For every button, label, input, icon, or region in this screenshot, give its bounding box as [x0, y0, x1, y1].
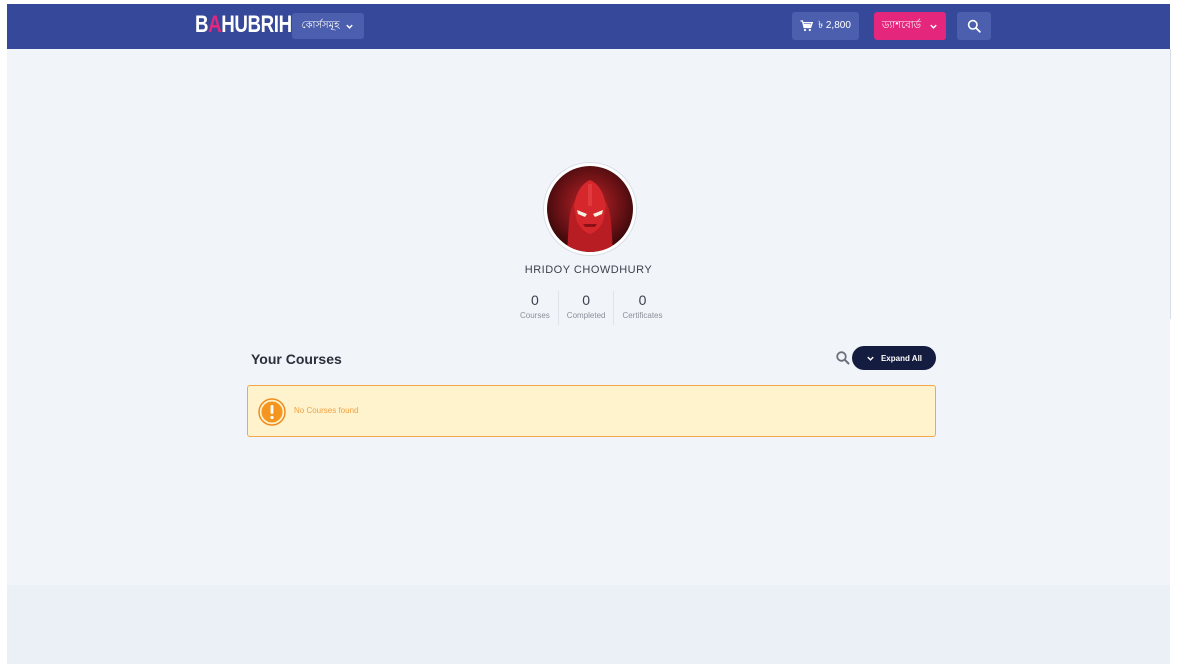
courses-menu-label: কোর্সসমূহ	[301, 19, 340, 31]
chevron-down-icon	[346, 24, 354, 29]
stat-certificates: 0 Certificates	[613, 291, 670, 325]
divider	[1170, 49, 1171, 319]
cart-button[interactable]: ৳ 2,800	[792, 12, 859, 40]
no-courses-alert: No Courses found	[247, 385, 936, 437]
search-icon	[967, 19, 981, 33]
expand-all-label: Expand All	[880, 353, 923, 363]
user-name: HRIDOY CHOWDHURY	[524, 264, 653, 276]
stat-label: Completed	[566, 311, 606, 320]
empty-message: No Courses found	[294, 406, 359, 415]
search-icon[interactable]	[835, 350, 851, 366]
logo-text-b: B	[195, 11, 209, 38]
chevron-down-icon	[930, 24, 937, 29]
courses-menu-button[interactable]: কোর্সসমূহ	[292, 13, 364, 39]
cart-amount: ৳ 2,800	[818, 19, 851, 31]
profile-picture	[547, 166, 633, 252]
dashboard-label: ড্যাশবোর্ড	[882, 19, 921, 31]
stat-value: 0	[582, 292, 591, 308]
stat-completed: 0 Completed	[557, 291, 614, 325]
page-frame: BAHUBRIHI কোর্সসমূহ ৳ 2,800 ড্যাশবোর্ড H…	[7, 4, 1171, 664]
stat-courses: 0 Courses	[512, 291, 558, 325]
logo-text-accent: A	[208, 11, 222, 38]
dashboard-button[interactable]: ড্যাশবোর্ড	[874, 12, 946, 40]
top-navbar: BAHUBRIHI কোর্সসমূহ ৳ 2,800 ড্যাশবোর্ড	[7, 4, 1170, 49]
cart-icon	[800, 20, 814, 32]
site-logo[interactable]: BAHUBRIHI	[195, 11, 297, 39]
exclamation-icon	[258, 398, 286, 426]
chevron-down-icon	[867, 356, 874, 361]
logo-text-rest: HUBRIHI	[221, 11, 297, 38]
expand-all-button[interactable]: Expand All	[852, 346, 936, 370]
stat-value: 0	[638, 292, 647, 308]
stat-label: Certificates	[622, 311, 663, 320]
stat-label: Courses	[520, 311, 550, 320]
footer	[7, 585, 1170, 664]
profile-stats: 0 Courses 0 Completed 0 Certificates	[512, 291, 671, 325]
header-search-button[interactable]	[957, 12, 991, 40]
avatar[interactable]	[544, 163, 636, 255]
stat-value: 0	[531, 292, 539, 308]
section-title: Your Courses	[251, 351, 342, 367]
